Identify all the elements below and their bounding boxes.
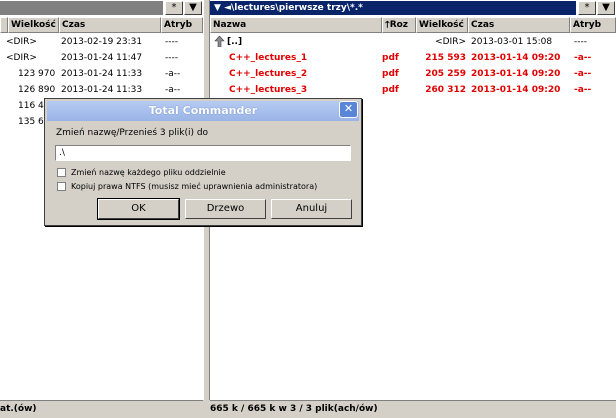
- right-path-text: \lectures\pierwsze trzy\*.*: [230, 3, 363, 13]
- left-col-name-header[interactable]: [0, 17, 8, 33]
- up-dir-icon: [214, 34, 225, 50]
- size-cell: <DIR>: [435, 37, 466, 47]
- left-col-date-header[interactable]: Czas: [59, 17, 161, 33]
- attr-cell: -a--: [574, 69, 592, 79]
- attr-cell: -a--: [165, 69, 181, 79]
- left-path[interactable]: [0, 1, 163, 15]
- size-cell: <DIR>: [6, 37, 37, 47]
- checkbox-box[interactable]: [57, 168, 66, 177]
- right-col-ext-label: Roz: [389, 20, 409, 30]
- dialog-title[interactable]: Total Commander: [47, 101, 359, 121]
- table-row[interactable]: <DIR> 2013-02-19 23:31 ----: [0, 34, 203, 50]
- attr-cell: ----: [574, 37, 587, 47]
- date-cell: 2013-03-01 15:08: [471, 37, 553, 47]
- attr-cell: ----: [165, 37, 178, 47]
- attr-cell: -a--: [165, 85, 181, 95]
- right-history-star-button[interactable]: *: [578, 1, 596, 15]
- right-history-dropdown-button[interactable]: ▼: [597, 1, 615, 15]
- size-cell: <DIR>: [6, 53, 37, 63]
- table-row[interactable]: C++_lectures_2 pdf 205 259 2013-01-14 09…: [210, 66, 616, 82]
- size-cell: 123 970: [18, 69, 56, 79]
- name-cell: [..]: [227, 37, 243, 47]
- close-icon[interactable]: ✕: [339, 101, 358, 118]
- right-col-size-header[interactable]: Wielkość: [416, 17, 468, 33]
- table-row[interactable]: <DIR> 2013-01-24 11:47 ----: [0, 50, 203, 66]
- cancel-button[interactable]: Anuluj: [271, 199, 352, 219]
- size-cell: 215 593: [425, 53, 466, 63]
- dialog-prompt: Zmień nazwę/Przenieś 3 plik(i) do: [56, 128, 209, 138]
- size-cell: 135 6: [18, 117, 44, 127]
- tree-button[interactable]: Drzewo: [185, 199, 266, 219]
- table-row[interactable]: 123 970 2013-01-24 11:33 -a--: [0, 66, 203, 82]
- dropdown-arrow-icon[interactable]: ▼: [214, 3, 221, 13]
- name-cell: C++_lectures_2: [229, 69, 308, 79]
- attr-cell: -a--: [574, 53, 592, 63]
- ok-button[interactable]: OK: [97, 198, 180, 220]
- ext-cell: pdf: [382, 69, 399, 79]
- right-column-headers: Nazwa 🡑Roz Wielkość Czas Atryb: [210, 17, 616, 33]
- left-history-star-button[interactable]: *: [165, 1, 183, 15]
- size-cell: 126 890: [18, 85, 56, 95]
- date-cell: 2013-01-24 11:33: [61, 69, 143, 79]
- size-cell: 116 4: [18, 101, 44, 111]
- left-col-attr-header[interactable]: Atryb: [161, 17, 203, 33]
- right-col-attr-header[interactable]: Atryb: [570, 17, 616, 33]
- right-path[interactable]: ▼ ◄\lectures\pierwsze trzy\*.*: [210, 1, 576, 15]
- date-cell: 2013-01-14 09:20: [471, 85, 561, 95]
- right-path-bar: ▼ ◄\lectures\pierwsze trzy\*.* * ▼: [210, 0, 616, 16]
- right-status-bar: 665 k / 665 k w 3 / 3 plik(ach/ów): [210, 400, 616, 417]
- copy-ntfs-label: Kopiuj prawa NTFS (musisz mieć uprawnien…: [71, 182, 318, 191]
- name-cell: C++_lectures_1: [229, 53, 308, 63]
- attr-cell: -a--: [574, 85, 592, 95]
- left-status-bar: at.(ów): [0, 400, 203, 417]
- left-path-bar: * ▼: [0, 0, 203, 16]
- right-col-name-header[interactable]: Nazwa: [210, 17, 382, 33]
- rename-each-checkbox[interactable]: Zmień nazwę każdego pliku oddzielnie: [57, 167, 226, 178]
- right-file-list: [..] <DIR> 2013-03-01 15:08 ---- C++_lec…: [210, 34, 616, 98]
- date-cell: 2013-01-24 11:33: [61, 85, 143, 95]
- date-cell: 2013-01-14 09:20: [471, 53, 561, 63]
- rename-each-label: Zmień nazwę każdego pliku oddzielnie: [71, 168, 226, 177]
- table-row[interactable]: [..] <DIR> 2013-03-01 15:08 ----: [210, 34, 616, 50]
- date-cell: 2013-01-14 09:20: [471, 69, 561, 79]
- table-row[interactable]: C++_lectures_1 pdf 215 593 2013-01-14 09…: [210, 50, 616, 66]
- size-cell: 260 312: [425, 85, 466, 95]
- ext-cell: pdf: [382, 53, 399, 63]
- right-col-date-header[interactable]: Czas: [468, 17, 570, 33]
- attr-cell: ----: [165, 53, 178, 63]
- right-col-ext-header[interactable]: 🡑Roz: [382, 17, 416, 33]
- table-row[interactable]: C++_lectures_3 pdf 260 312 2013-01-14 09…: [210, 82, 616, 98]
- rename-move-dialog: Total Commander ✕ Zmień nazwę/Przenieś 3…: [44, 98, 362, 226]
- copy-ntfs-checkbox[interactable]: Kopiuj prawa NTFS (musisz mieć uprawnien…: [57, 181, 317, 192]
- left-history-dropdown-button[interactable]: ▼: [184, 1, 202, 15]
- left-column-headers: Wielkość Czas Atryb: [0, 17, 203, 33]
- ext-cell: pdf: [382, 85, 399, 95]
- date-cell: 2013-02-19 23:31: [61, 37, 143, 47]
- checkbox-box[interactable]: [57, 182, 66, 191]
- back-arrow-icon[interactable]: ◄: [224, 3, 231, 13]
- table-row[interactable]: 126 890 2013-01-24 11:33 -a--: [0, 82, 203, 98]
- target-path-input[interactable]: [55, 145, 351, 161]
- name-cell: C++_lectures_3: [229, 85, 308, 95]
- left-col-size-header[interactable]: Wielkość: [8, 17, 59, 33]
- date-cell: 2013-01-24 11:47: [61, 53, 143, 63]
- size-cell: 205 259: [425, 69, 466, 79]
